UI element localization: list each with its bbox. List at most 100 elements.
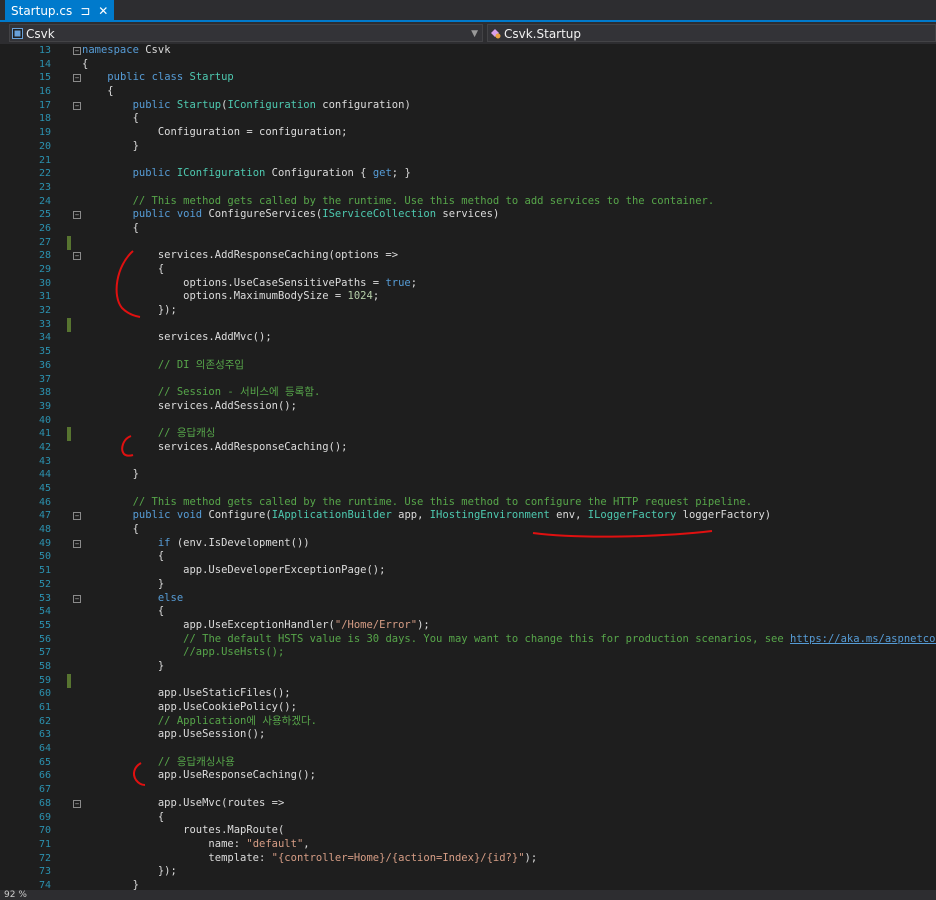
collapse-icon[interactable]: − [73, 512, 81, 521]
collapse-icon[interactable]: − [73, 594, 81, 603]
code-line[interactable]: 56 // The default HSTS value is 30 days.… [0, 633, 936, 647]
line-number: 21 [38, 154, 51, 166]
class-icon [491, 29, 501, 39]
line-number: 39 [38, 400, 51, 412]
code-line[interactable]: 62 // Application에 사용하겠다. [0, 715, 936, 729]
code-line[interactable]: 26 { [0, 222, 936, 236]
code-line[interactable]: 59 [0, 673, 936, 688]
line-number: 30 [38, 277, 51, 289]
pin-icon[interactable]: ⊐ [80, 0, 90, 22]
code-text: public void Configure(IApplicationBuilde… [132, 509, 772, 522]
document-tab-strip: Startup.cs ⊐ ✕ [0, 0, 936, 22]
code-text: services.AddResponseCaching(); [82, 440, 348, 453]
close-icon[interactable]: ✕ [98, 0, 108, 22]
code-text: // The default HSTS value is 30 days. Yo… [183, 632, 936, 645]
collapse-icon[interactable]: − [73, 799, 81, 808]
code-line[interactable]: 61 app.UseCookiePolicy(); [0, 701, 936, 715]
code-line[interactable]: 25 − public void ConfigureServices(IServi… [0, 208, 936, 222]
code-line[interactable]: 32 }); [0, 304, 936, 318]
code-line[interactable]: 42 services.AddResponseCaching(); [0, 441, 936, 455]
code-line[interactable]: 72 template: "{controller=Home}/{action=… [0, 852, 936, 866]
code-line[interactable]: 53 − else [0, 592, 936, 606]
code-line[interactable]: 39 services.AddSession(); [0, 400, 936, 414]
code-line[interactable]: 46 // This method gets called by the run… [0, 496, 936, 510]
line-number: 35 [38, 346, 51, 358]
code-line[interactable]: 66 app.UseResponseCaching(); [0, 769, 936, 783]
code-line[interactable]: 63 app.UseSession(); [0, 728, 936, 742]
code-line[interactable]: 20 } [0, 140, 936, 154]
collapse-icon[interactable]: − [73, 252, 81, 261]
code-text: app.UseStaticFiles(); [82, 687, 291, 700]
code-line[interactable]: 44 } [0, 468, 936, 482]
csharp-project-icon [12, 28, 23, 39]
code-line[interactable]: 22 public IConfiguration Configuration {… [0, 167, 936, 181]
code-line[interactable]: 69 { [0, 811, 936, 825]
code-line[interactable]: 33 [0, 317, 936, 332]
code-line[interactable]: 51 app.UseDeveloperExceptionPage(); [0, 564, 936, 578]
code-line[interactable]: 70 routes.MapRoute( [0, 824, 936, 838]
tab-label: Startup.cs [11, 4, 73, 18]
code-line[interactable]: 21 [0, 154, 936, 168]
code-line[interactable]: 35 [0, 345, 936, 359]
code-line[interactable]: 23 [0, 181, 936, 195]
collapse-icon[interactable]: − [73, 74, 81, 83]
line-number: 47 [38, 510, 51, 522]
code-line[interactable]: 34 services.AddMvc(); [0, 331, 936, 345]
change-marker [67, 427, 71, 442]
code-line[interactable]: 48 { [0, 523, 936, 537]
line-number: 68 [38, 797, 51, 809]
line-number: 19 [38, 127, 51, 139]
code-line[interactable]: 54 { [0, 605, 936, 619]
code-line[interactable]: 49 − if (env.IsDevelopment()) [0, 537, 936, 551]
code-line[interactable]: 41 // 응답캐싱 [0, 427, 936, 442]
code-line[interactable]: 40 [0, 414, 936, 428]
line-number: 67 [38, 784, 51, 796]
code-line[interactable]: 47 − public void Configure(IApplicationBu… [0, 509, 936, 523]
code-line[interactable]: 71 name: "default", [0, 838, 936, 852]
line-number: 14 [38, 58, 51, 70]
code-line[interactable]: 73 }); [0, 865, 936, 879]
code-line[interactable]: 14 { [0, 58, 936, 72]
tab-startup-cs[interactable]: Startup.cs ⊐ ✕ [5, 0, 115, 22]
code-line[interactable]: 28 − services.AddResponseCaching(options … [0, 249, 936, 263]
code-line[interactable]: 17 − public Startup(IConfiguration config… [0, 99, 936, 113]
code-line[interactable]: 52 } [0, 578, 936, 592]
code-line[interactable]: 45 [0, 482, 936, 496]
line-number: 20 [38, 140, 51, 152]
code-line[interactable]: 43 [0, 455, 936, 469]
code-line[interactable]: 30 options.UseCaseSensitivePaths = true; [0, 277, 936, 291]
code-line[interactable]: 57 //app.UseHsts(); [0, 646, 936, 660]
code-text: } [82, 468, 139, 481]
collapse-icon[interactable]: − [73, 211, 81, 220]
code-line[interactable]: 55 app.UseExceptionHandler("/Home/Error"… [0, 619, 936, 633]
code-line[interactable]: 27 [0, 235, 936, 250]
code-line[interactable]: 64 [0, 742, 936, 756]
type-dropdown[interactable]: Csvk.Startup [487, 24, 936, 42]
code-line[interactable]: 65 // 응답캐싱사용 [0, 756, 936, 770]
line-number: 43 [38, 455, 51, 467]
code-editor[interactable]: 13− namespace Csvk 14{15− public class Sta… [0, 44, 936, 890]
code-line[interactable]: 18 { [0, 112, 936, 126]
code-line[interactable]: 74 } [0, 879, 936, 890]
code-line[interactable]: 31 options.MaximumBodySize = 1024; [0, 290, 936, 304]
zoom-level[interactable]: 92 % [4, 890, 27, 900]
code-line[interactable]: 36 // DI 의존성주입 [0, 359, 936, 373]
code-line[interactable]: 58 } [0, 660, 936, 674]
code-line[interactable]: 37 [0, 373, 936, 387]
code-line[interactable]: 16 { [0, 85, 936, 99]
line-number: 40 [38, 414, 51, 426]
code-line[interactable]: 19 Configuration = configuration; [0, 126, 936, 140]
code-line[interactable]: 38 // Session - 서비스에 등록함. [0, 386, 936, 400]
code-line[interactable]: 50 { [0, 550, 936, 564]
code-line[interactable]: 29 { [0, 263, 936, 277]
code-line[interactable]: 13 − namespace Csvk [0, 44, 936, 58]
collapse-icon[interactable]: − [73, 101, 81, 110]
code-line[interactable]: 24 // This method gets called by the run… [0, 195, 936, 209]
collapse-icon[interactable]: − [73, 539, 81, 548]
project-dropdown[interactable]: Csvk ▼ [9, 24, 483, 42]
code-line[interactable]: 67 [0, 783, 936, 797]
code-line[interactable]: 60 app.UseStaticFiles(); [0, 687, 936, 701]
code-line[interactable]: 68 − app.UseMvc(routes => [0, 797, 936, 811]
collapse-icon[interactable]: − [73, 47, 81, 55]
code-line[interactable]: 15 − public class Startup [0, 71, 936, 85]
